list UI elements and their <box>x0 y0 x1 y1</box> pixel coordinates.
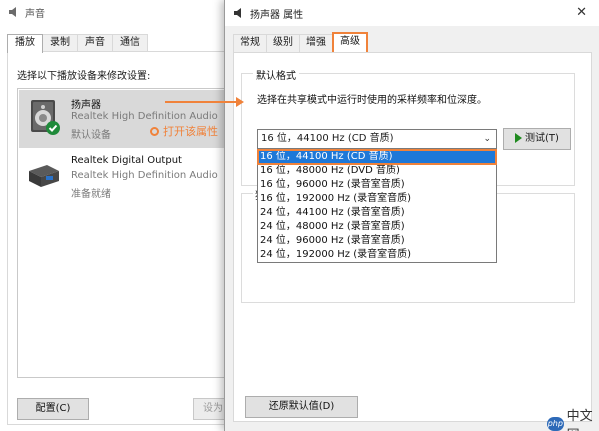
watermark-text: 中文网 <box>566 409 593 431</box>
speaker-device-icon <box>31 100 60 135</box>
properties-title: 扬声器 属性 <box>250 9 304 21</box>
device-status: 默认设备 <box>71 130 111 141</box>
format-option[interactable]: 16 位，44100 Hz (CD 音质) <box>257 149 497 165</box>
digital-output-icon <box>29 165 59 187</box>
tab-advanced[interactable]: 高级 <box>332 32 368 52</box>
format-option[interactable]: 24 位，192000 Hz (录音室音质) <box>258 248 496 262</box>
tab-sounds[interactable]: 声音 <box>77 34 113 52</box>
sound-tabs: 播放 录制 声音 通信 <box>7 34 148 53</box>
playback-instruction: 选择以下播放设备来修改设置: <box>17 71 151 82</box>
speaker-properties-window: 扬声器 属性 ✕ 常规 级别 增强 高级 默认格式 选择在共享模式中运行时使用的… <box>224 0 599 431</box>
format-option[interactable]: 24 位，48000 Hz (录音室音质) <box>258 220 496 234</box>
format-option[interactable]: 24 位，44100 Hz (录音室音质) <box>258 206 496 220</box>
default-format-description: 选择在共享模式中运行时使用的采样频率和位深度。 <box>257 95 487 106</box>
device-status: 准备就绪 <box>71 189 111 200</box>
annotation-circle-icon <box>150 126 159 136</box>
format-select-value: 16 位，44100 Hz (CD 音质) <box>261 133 394 144</box>
format-option[interactable]: 16 位，48000 Hz (DVD 音质) <box>258 164 496 178</box>
device-item-digital-output[interactable]: Realtek Digital Output Realtek High Defi… <box>19 149 234 207</box>
tab-enhancements[interactable]: 增强 <box>299 34 333 52</box>
sound-window: 声音 播放 录制 声音 通信 选择以下播放设备来修改设置: 扬声器 Realte… <box>0 0 240 431</box>
tab-playback[interactable]: 播放 <box>7 34 43 53</box>
device-name: Realtek Digital Output <box>71 155 182 166</box>
test-button-label: 测试(T) <box>525 133 559 144</box>
watermark: php 中文网 <box>547 405 599 431</box>
watermark-badge: php <box>547 417 564 431</box>
annotation-text: 打开该属性 <box>163 125 218 138</box>
speaker-icon <box>9 7 16 17</box>
format-dropdown-list: 16 位，44100 Hz (CD 音质) 16 位，48000 Hz (DVD… <box>257 149 497 263</box>
tab-general[interactable]: 常规 <box>233 34 267 52</box>
sound-window-titlebar: 声音 <box>0 0 239 24</box>
properties-tabs: 常规 级别 增强 高级 <box>233 32 368 52</box>
properties-titlebar: 扬声器 属性 ✕ <box>225 0 599 26</box>
default-format-label: 默认格式 <box>253 67 299 82</box>
test-button[interactable]: 测试(T) <box>503 128 571 150</box>
device-driver: Realtek High Definition Audio <box>71 111 218 122</box>
tab-levels[interactable]: 级别 <box>266 34 300 52</box>
tab-communications[interactable]: 通信 <box>112 34 148 52</box>
format-option[interactable]: 16 位，96000 Hz (录音室音质) <box>258 178 496 192</box>
format-option[interactable]: 16 位，192000 Hz (录音室音质) <box>258 192 496 206</box>
tab-recording[interactable]: 录制 <box>42 34 78 52</box>
device-item-speaker[interactable]: 扬声器 Realtek High Definition Audio 默认设备 <box>19 90 234 148</box>
play-icon <box>515 133 523 143</box>
close-icon[interactable]: ✕ <box>576 5 587 20</box>
format-select[interactable]: 16 位，44100 Hz (CD 音质) ⌄ <box>257 129 497 149</box>
chevron-down-icon: ⌄ <box>483 134 491 144</box>
speaker-icon <box>234 8 241 18</box>
configure-button[interactable]: 配置(C) <box>17 398 89 420</box>
device-name: 扬声器 <box>71 100 101 111</box>
sound-window-title: 声音 <box>25 8 45 20</box>
annotation-label: 打开该属性 <box>150 123 218 139</box>
format-option[interactable]: 24 位，96000 Hz (录音室音质) <box>258 234 496 248</box>
restore-default-button[interactable]: 还原默认值(D) <box>245 396 358 418</box>
device-driver: Realtek High Definition Audio <box>71 170 218 181</box>
